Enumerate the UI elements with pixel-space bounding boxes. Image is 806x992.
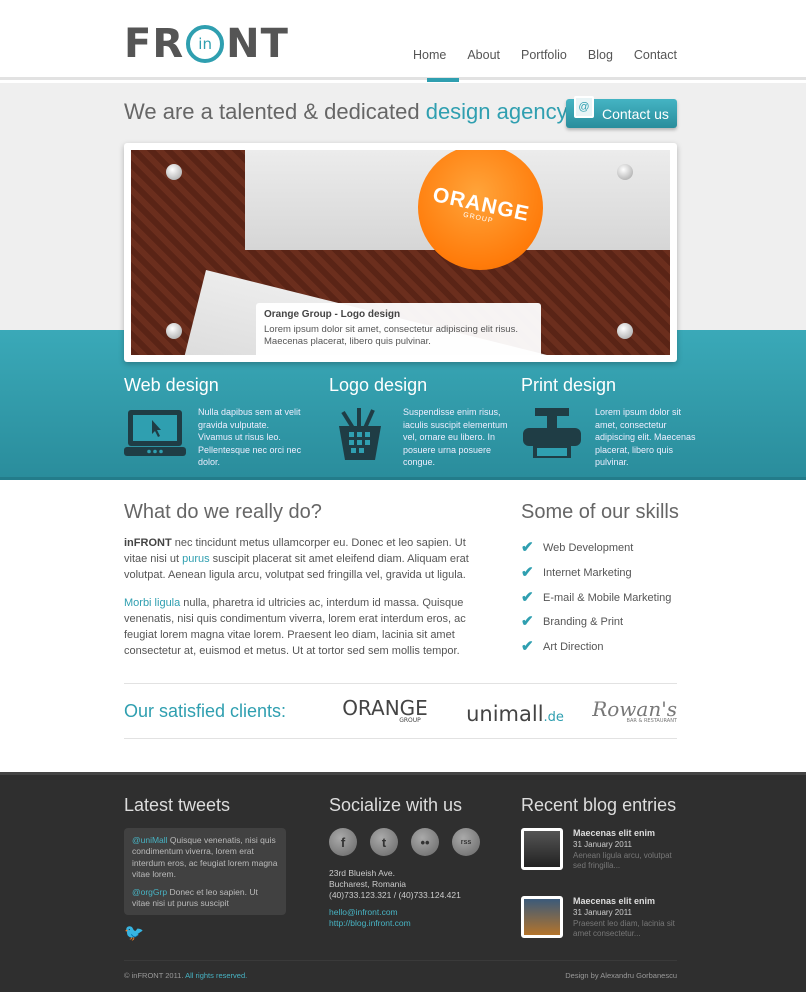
twitter-bird-icon: 🐦	[124, 925, 144, 942]
tweet-handle-link[interactable]: @uniMall	[132, 835, 168, 845]
pin-icon	[617, 323, 633, 339]
skills-title: Some of our skills	[521, 501, 679, 523]
site-logo[interactable]: FR in NT	[124, 21, 289, 67]
what-we-do-title: What do we really do?	[124, 501, 322, 523]
email-link[interactable]: hello@infront.com	[329, 907, 398, 917]
main-nav: Home About Portfolio Blog Contact	[413, 48, 677, 62]
pin-icon	[166, 323, 182, 339]
nav-about[interactable]: About	[446, 48, 500, 62]
nav-contact[interactable]: Contact	[613, 48, 677, 62]
laptop-icon	[124, 410, 186, 456]
rss-icon[interactable]: rss	[452, 828, 480, 856]
design-credit: Design by Alexandru Gorbanescu	[565, 971, 677, 980]
checkmark-icon: ✔	[521, 613, 534, 631]
clients-label: Our satisfied clients:	[124, 700, 287, 721]
pin-icon	[166, 164, 182, 180]
flickr-icon[interactable]: ••	[411, 828, 439, 856]
contact-address: 23rd Blueish Ave. Bucharest, Romania (40…	[329, 868, 461, 929]
blog-thumbnail	[521, 828, 563, 870]
client-logo-unimall[interactable]: unimall.de	[450, 696, 580, 726]
social-title: Socialize with us	[329, 795, 463, 815]
printer-icon	[523, 408, 581, 458]
social-icons: f t •• rss	[329, 828, 480, 856]
checkmark-icon: ✔	[521, 539, 534, 557]
purus-link[interactable]: purus	[182, 553, 210, 565]
slide-image: ORANGE GROUP Orange Group - Logo design …	[131, 150, 670, 355]
skills-list: ✔ Web Development ✔ Internet Marketing ✔ E-…	[521, 536, 671, 659]
service-web-design: Web design Nulla dapibus sem at velit gr…	[124, 375, 302, 468]
footer-bottom-bar: © inFRONT 2011. All rights reserved. Des…	[124, 960, 677, 980]
blog-entry[interactable]: Maecenas elit enim 31 January 2011 Praes…	[521, 896, 681, 940]
site-header: FR in NT Home About Portfolio Blog Contact	[0, 0, 806, 80]
blog-thumbnail	[521, 896, 563, 938]
client-logo-rowans[interactable]: Rowan's BAR & RESTAURANT	[580, 699, 677, 724]
list-item: ✔ E-mail & Mobile Marketing	[521, 588, 672, 606]
blog-title: Recent blog entries	[521, 795, 677, 815]
service-print-design: Print design Lorem ipsum dolor sit amet,…	[521, 375, 696, 468]
service-logo-design: Logo design Suspendisse enim risus, iacu…	[329, 375, 508, 468]
clients-bar: Our satisfied clients: ORANGE GROUP unim…	[124, 683, 677, 739]
pencil-cup-icon	[339, 408, 381, 460]
copyright: © inFRONT 2011. All rights reserved.	[124, 971, 248, 980]
list-item: ✔ Art Direction	[521, 638, 604, 656]
nav-portfolio[interactable]: Portfolio	[500, 48, 567, 62]
tweet-handle-link[interactable]: @orgGrp	[132, 887, 167, 897]
list-item: ✔ Branding & Print	[521, 613, 624, 631]
portfolio-slider[interactable]: ORANGE GROUP Orange Group - Logo design …	[124, 143, 677, 362]
mail-icon: @	[574, 96, 594, 118]
client-logo-orange[interactable]: ORANGE GROUP	[320, 698, 450, 724]
list-item: ✔ Web Development	[521, 539, 634, 557]
contact-us-button[interactable]: @ Contact us	[566, 96, 677, 128]
logo-o-ring: in	[186, 25, 225, 63]
what-we-do-text: inFRONT nec tincidunt metus ullamcorper …	[124, 537, 469, 657]
pin-icon	[617, 164, 633, 180]
tweets-box: @uniMall Quisque venenatis, nisi quis co…	[124, 828, 286, 915]
tagline: We are a talented & dedicated design age…	[124, 99, 568, 124]
slide-caption: Orange Group - Logo design Lorem ipsum d…	[256, 303, 541, 355]
tweets-title: Latest tweets	[124, 795, 231, 815]
facebook-icon[interactable]: f	[329, 828, 357, 856]
checkmark-icon: ✔	[521, 564, 534, 582]
list-item: ✔ Internet Marketing	[521, 564, 632, 582]
checkmark-icon: ✔	[521, 588, 534, 606]
nav-blog[interactable]: Blog	[567, 48, 613, 62]
active-nav-indicator	[427, 78, 459, 82]
blog-entry[interactable]: Maecenas elit enim 31 January 2011 Aenea…	[521, 828, 681, 872]
twitter-icon[interactable]: t	[370, 828, 398, 856]
nav-home[interactable]: Home	[413, 48, 446, 62]
blog-url-link[interactable]: http://blog.infront.com	[329, 918, 411, 928]
checkmark-icon: ✔	[521, 638, 534, 656]
morbi-ligula-link[interactable]: Morbi ligula	[124, 597, 180, 609]
